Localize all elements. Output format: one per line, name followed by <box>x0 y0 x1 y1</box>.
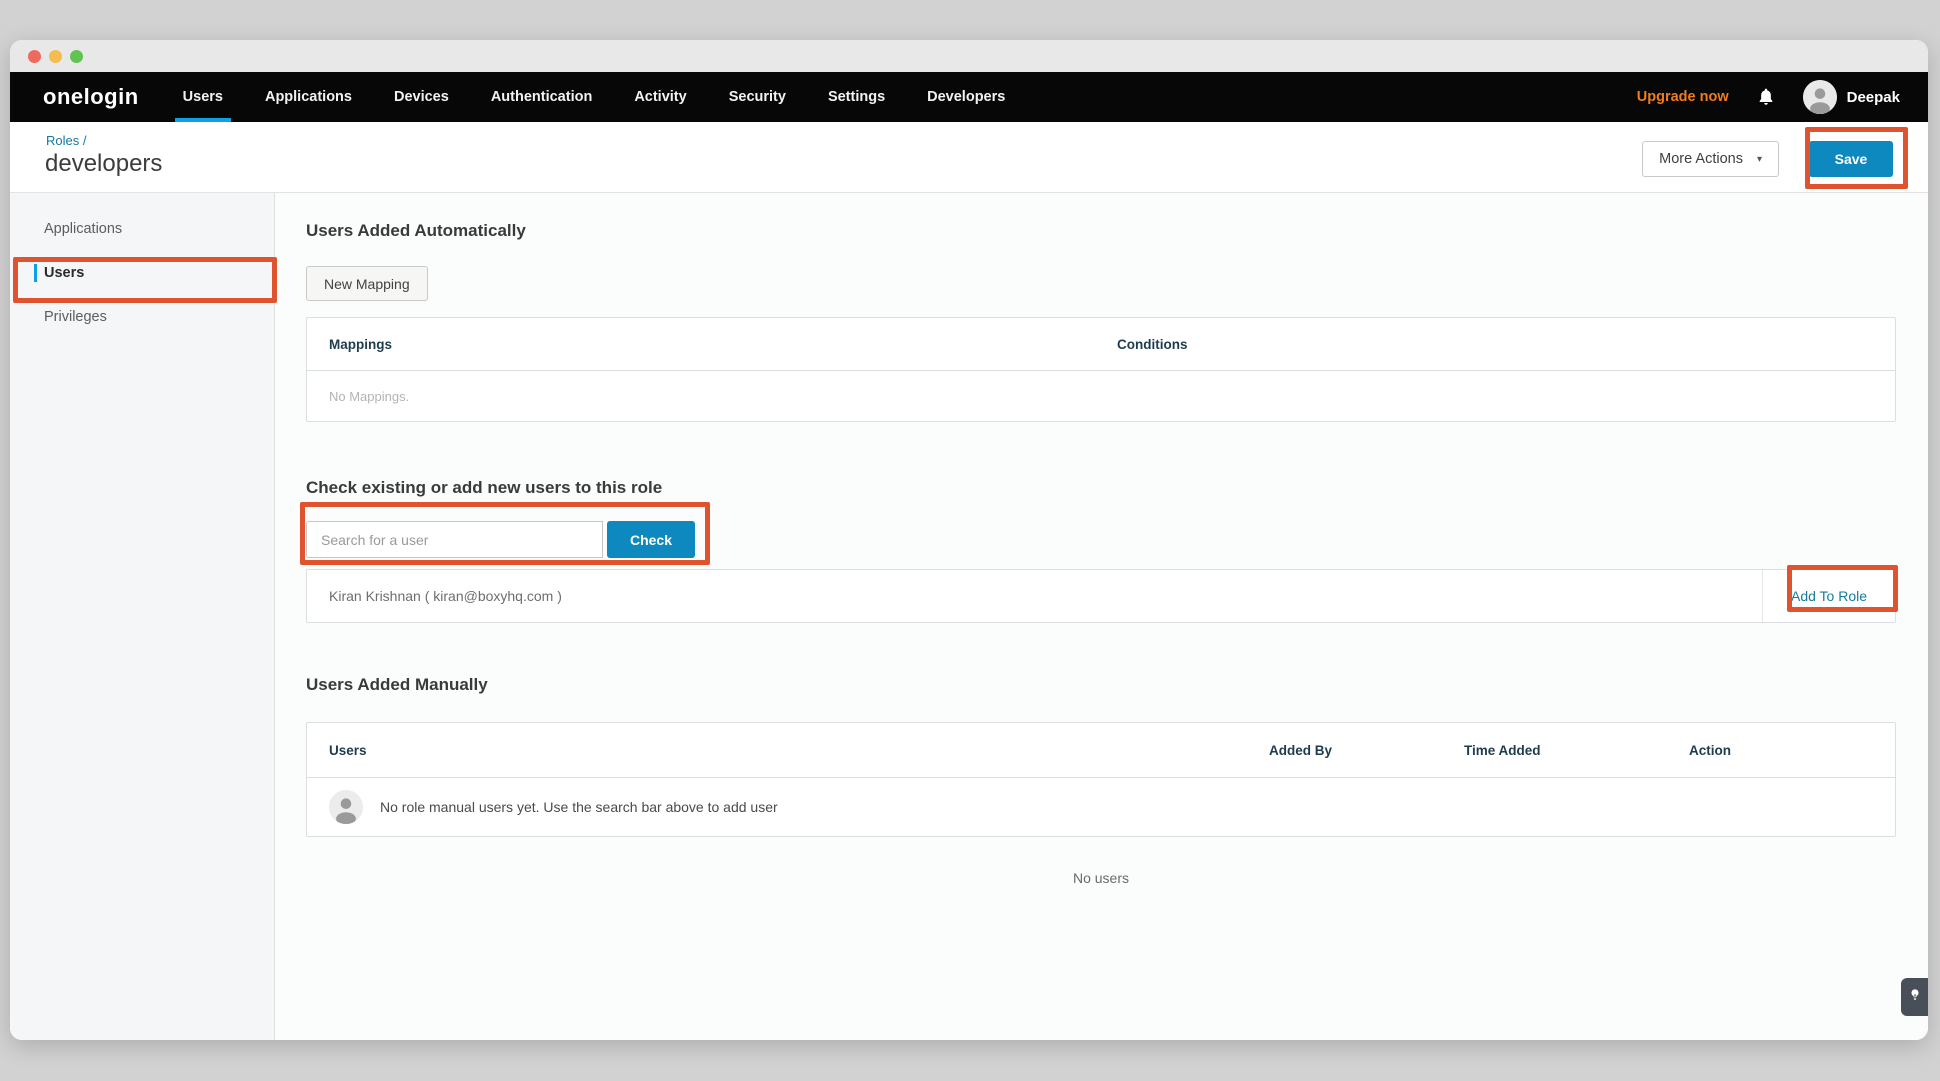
mappings-table: Mappings Conditions No Mappings. <box>306 317 1896 422</box>
nav-item-authentication[interactable]: Authentication <box>491 72 593 122</box>
app-body: Applications Users Privileges Users Adde… <box>10 193 1928 1040</box>
search-result-user: Kiran Krishnan ( kiran@boxyhq.com ) <box>307 570 1762 622</box>
breadcrumb[interactable]: Roles / <box>46 133 86 148</box>
sidebar-item-label: Users <box>44 265 84 281</box>
nav-item-applications[interactable]: Applications <box>265 72 352 122</box>
sidebar-item-users[interactable]: Users <box>10 251 274 295</box>
onelogin-logo[interactable]: onelogin <box>10 72 183 122</box>
window-titlebar <box>10 40 1928 72</box>
app-window: onelogin Users Applications Devices Auth… <box>10 40 1928 1040</box>
zoom-window-button[interactable] <box>70 50 83 63</box>
bell-icon[interactable] <box>1755 86 1777 108</box>
nav-right-cluster: Upgrade now Deepak <box>1637 72 1928 122</box>
new-mapping-button[interactable]: New Mapping <box>306 266 428 301</box>
column-header-added-by: Added By <box>1269 743 1464 758</box>
chevron-down-icon: ▾ <box>1757 154 1762 165</box>
nav-item-users[interactable]: Users <box>183 72 223 122</box>
user-name-label: Deepak <box>1847 89 1900 106</box>
sidebar-item-applications[interactable]: Applications <box>10 207 274 251</box>
primary-nav: Users Applications Devices Authenticatio… <box>183 72 1006 122</box>
manual-table-header: Users Added By Time Added Action <box>307 723 1895 778</box>
sidebar-item-label: Privileges <box>44 309 107 325</box>
manual-users-table: Users Added By Time Added Action No role… <box>306 722 1896 837</box>
top-navbar: onelogin Users Applications Devices Auth… <box>10 72 1928 122</box>
column-header-mappings: Mappings <box>307 337 1117 352</box>
column-header-users: Users <box>307 743 1269 758</box>
no-users-label: No users <box>306 870 1896 886</box>
user-avatar <box>1803 80 1837 114</box>
placeholder-avatar-icon <box>329 790 363 824</box>
mappings-table-header: Mappings Conditions <box>307 318 1895 371</box>
user-search-input[interactable] <box>306 521 603 558</box>
nav-item-security[interactable]: Security <box>729 72 786 122</box>
page-title: developers <box>45 150 162 178</box>
traffic-lights <box>28 50 83 63</box>
column-header-time-added: Time Added <box>1464 743 1689 758</box>
user-menu[interactable]: Deepak <box>1803 80 1900 114</box>
check-section-title: Check existing or add new users to this … <box>306 478 1896 498</box>
active-indicator <box>34 264 37 282</box>
header-actions: More Actions ▾ Save <box>1642 141 1893 177</box>
close-window-button[interactable] <box>28 50 41 63</box>
add-to-role-link[interactable]: Add To Role <box>1791 588 1867 604</box>
more-actions-label: More Actions <box>1659 151 1743 167</box>
manual-empty-text: No role manual users yet. Use the search… <box>380 799 778 815</box>
main-content: Users Added Automatically New Mapping Ma… <box>275 193 1928 1040</box>
manual-section-title: Users Added Manually <box>306 675 1896 695</box>
help-lightbulb-button[interactable] <box>1901 978 1928 1016</box>
user-search-row: Check <box>306 521 1896 558</box>
minimize-window-button[interactable] <box>49 50 62 63</box>
more-actions-button[interactable]: More Actions ▾ <box>1642 141 1779 177</box>
save-button[interactable]: Save <box>1809 141 1893 177</box>
page-header: Roles / developers More Actions ▾ Save <box>10 122 1928 193</box>
role-sidebar: Applications Users Privileges <box>10 193 275 1040</box>
search-result-action-cell: Add To Role <box>1762 570 1895 622</box>
manual-empty-row: No role manual users yet. Use the search… <box>307 778 1895 836</box>
column-header-action: Action <box>1689 743 1895 758</box>
nav-item-developers[interactable]: Developers <box>927 72 1005 122</box>
sidebar-item-label: Applications <box>44 221 122 237</box>
column-header-conditions: Conditions <box>1117 337 1895 352</box>
auto-section-title: Users Added Automatically <box>306 221 1896 241</box>
sidebar-item-privileges[interactable]: Privileges <box>10 295 274 339</box>
search-result-row: Kiran Krishnan ( kiran@boxyhq.com ) Add … <box>306 569 1896 623</box>
check-button[interactable]: Check <box>607 521 695 558</box>
nav-item-activity[interactable]: Activity <box>634 72 686 122</box>
mappings-empty-row: No Mappings. <box>307 371 1895 421</box>
nav-item-settings[interactable]: Settings <box>828 72 885 122</box>
lightbulb-icon <box>1907 987 1923 1008</box>
nav-item-devices[interactable]: Devices <box>394 72 449 122</box>
upgrade-now-link[interactable]: Upgrade now <box>1637 89 1729 105</box>
